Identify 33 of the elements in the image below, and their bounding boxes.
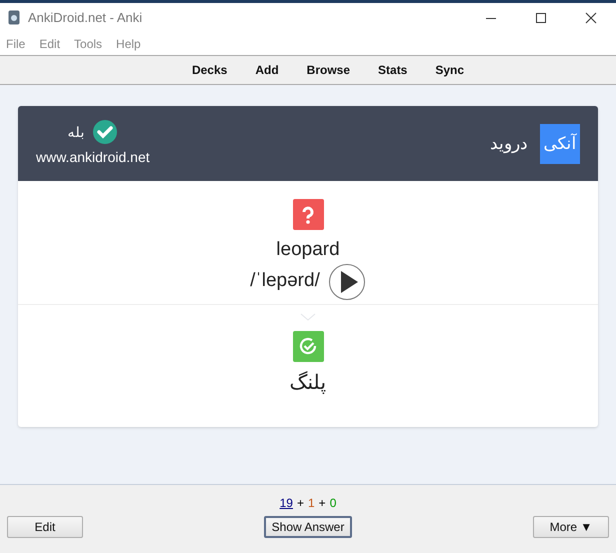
- count-text: +: [318, 495, 326, 509]
- menu-item[interactable]: Edit: [39, 34, 60, 52]
- app-icon: [8, 10, 20, 25]
- menu-item[interactable]: Help: [116, 34, 141, 52]
- check-logo-icon: [92, 119, 118, 145]
- answer-check-icon: [292, 330, 324, 362]
- toolbar-link[interactable]: Add: [255, 61, 279, 79]
- question-icon: [292, 199, 324, 230]
- count-text: 1: [308, 495, 315, 509]
- logo-badge: آنکی: [540, 124, 580, 164]
- count-text: +: [296, 495, 304, 509]
- question-word: leopard: [276, 238, 340, 262]
- toolbar-link[interactable]: Browse: [306, 61, 350, 79]
- deck-title: دروید: [490, 132, 528, 156]
- action-button[interactable]: Edit: [7, 516, 83, 538]
- maximize-icon[interactable]: [535, 12, 547, 24]
- chevron-down-icon: [300, 312, 316, 320]
- action-button[interactable]: Show Answer: [264, 516, 352, 538]
- count-text: 19: [280, 495, 293, 509]
- logo-text: بله: [67, 122, 84, 142]
- phonetic-text: /ˈlepərd/: [250, 269, 320, 294]
- answer-word: پلنگ: [290, 370, 326, 396]
- toolbar-link[interactable]: Stats: [378, 61, 408, 79]
- count-text: 0: [330, 495, 336, 509]
- toolbar-link[interactable]: Sync: [435, 61, 464, 79]
- play-icon[interactable]: [328, 262, 366, 300]
- menu-item[interactable]: File: [6, 34, 26, 52]
- action-button[interactable]: More ▼: [533, 516, 609, 538]
- website-url: www.ankidroid.net: [36, 148, 150, 167]
- menu-item[interactable]: Tools: [74, 34, 102, 52]
- close-icon[interactable]: [585, 12, 597, 24]
- window-title: AnkiDroid.net - Anki: [28, 8, 142, 27]
- toolbar-link[interactable]: Decks: [192, 61, 228, 79]
